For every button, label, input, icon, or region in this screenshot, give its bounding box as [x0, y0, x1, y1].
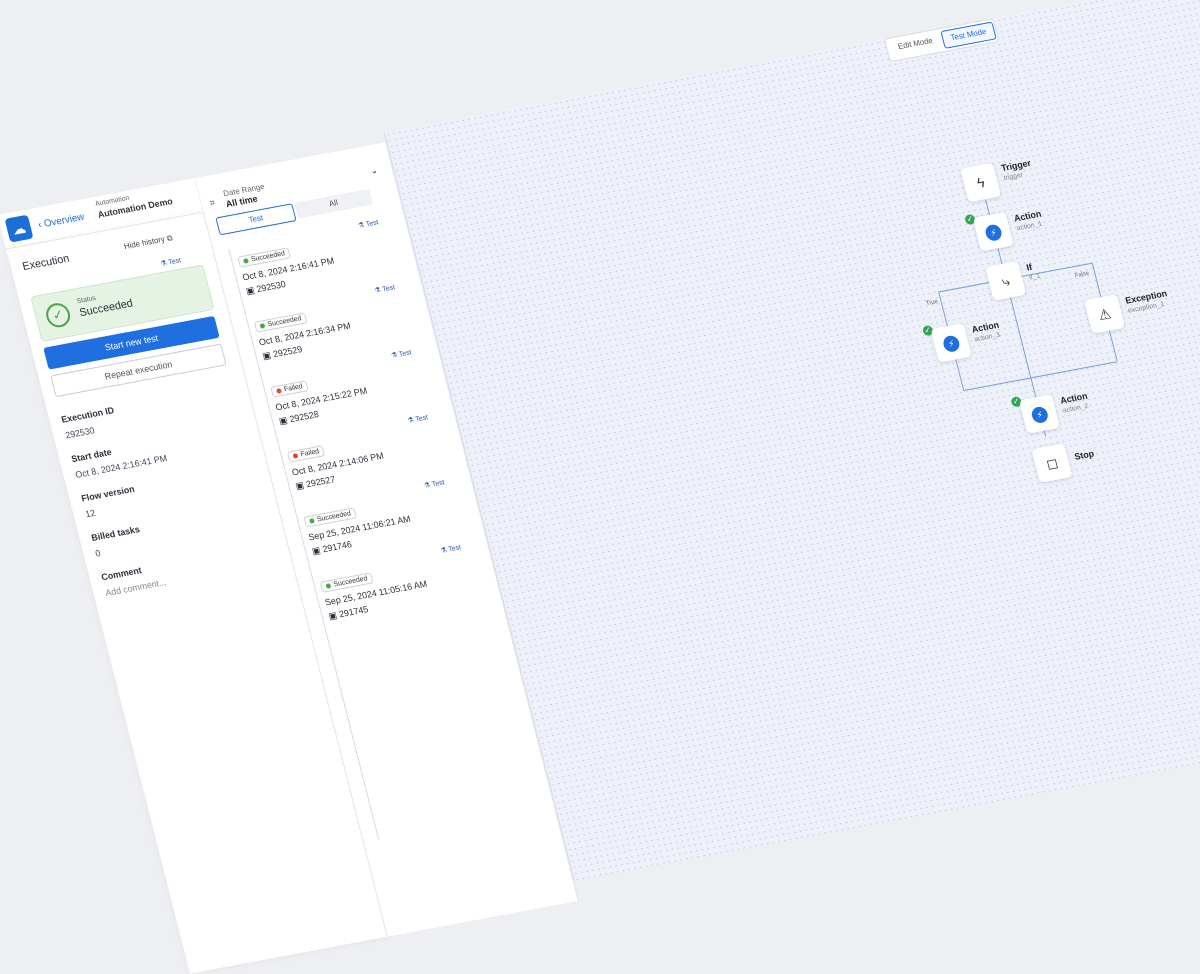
status-text: Failed	[283, 383, 304, 394]
item-id: ▣ 291746	[310, 539, 353, 557]
tag-label: Test	[398, 349, 413, 359]
hide-history-button[interactable]: Hide history ⧉	[123, 233, 174, 252]
success-check-icon: ✓	[43, 301, 73, 330]
status-text: Failed	[299, 448, 320, 459]
stop-title: Stop	[1073, 448, 1096, 462]
test-tag-label: Test	[167, 257, 182, 267]
false-label: False	[1074, 270, 1090, 280]
tag-label: Test	[414, 414, 429, 424]
hide-history-label: Hide history	[123, 234, 166, 252]
status-dot	[275, 387, 282, 394]
branch-wire-bottom	[963, 361, 1117, 392]
test-mode-button[interactable]: Test Mode	[940, 21, 997, 49]
flow-version-value: 12	[84, 507, 97, 520]
chevron-down-icon[interactable]: ⌄	[369, 165, 379, 177]
cloud-logo-icon: ☁	[4, 214, 34, 243]
if-title: If	[1025, 261, 1034, 273]
branch-icon: ⤷	[1000, 272, 1012, 290]
item-id-value: 291746	[321, 539, 353, 555]
trigger-icon: ϟ	[975, 173, 987, 192]
back-overview-link[interactable]: ‹ Overview	[37, 212, 86, 231]
trigger-node[interactable]: ϟ	[960, 162, 1002, 203]
status-text: Succeeded	[250, 250, 286, 264]
field-label: Comment	[100, 565, 143, 583]
bolt-icon: ⚡	[941, 334, 962, 354]
if-node[interactable]: ⤷	[985, 261, 1027, 301]
tag-label: Test	[365, 219, 380, 229]
true-label: True	[925, 299, 939, 308]
status-text: Succeeded	[316, 510, 352, 524]
status-text: Succeeded	[332, 575, 369, 589]
action1-node[interactable]: ⚡	[972, 211, 1014, 252]
item-id-value: 292530	[255, 279, 287, 295]
field-label: Start date	[70, 446, 113, 465]
if-sub: if_1	[1028, 272, 1041, 282]
exception-node[interactable]: ⚠	[1084, 294, 1126, 334]
filter-icon: ⌗	[208, 197, 216, 209]
edit-mode-button[interactable]: Edit Mode	[889, 31, 943, 56]
test-tag: ⚗ Test	[357, 219, 380, 230]
app-stage: Edit Mode Test Mode True False ϟ Trigger…	[0, 0, 1200, 974]
trigger-title: Trigger	[1000, 157, 1032, 174]
tag-label: Test	[381, 284, 396, 294]
field-label: Execution ID	[60, 405, 116, 425]
field-label: Flow version	[80, 483, 136, 504]
item-id: ▣ 292528	[277, 409, 320, 427]
item-id: ▣ 291745	[327, 604, 370, 622]
bolt-icon: ⚡	[983, 223, 1004, 243]
action3-node[interactable]: ⚡	[930, 323, 972, 363]
mode-switch: Edit Mode Test Mode	[883, 18, 1000, 63]
status-badge: Failed	[286, 445, 326, 463]
item-id-value: 291745	[337, 604, 370, 620]
status-dot	[292, 452, 299, 459]
bolt-icon: ⚡	[1030, 405, 1050, 425]
field-label: Billed tasks	[90, 524, 141, 543]
item-id-value: 292528	[288, 409, 320, 425]
trigger-sub: trigger	[1003, 171, 1024, 183]
item-id: ▣ 292527	[294, 474, 337, 492]
item-id: ▣ 292530	[244, 279, 287, 297]
execution-title: Execution	[21, 252, 71, 274]
tag-label: Test	[447, 544, 462, 554]
stop-node[interactable]: ◻	[1031, 443, 1073, 483]
warning-icon: ⚠	[1096, 305, 1113, 324]
stop-icon: ◻	[1044, 454, 1060, 473]
item-id-value: 292529	[271, 344, 304, 360]
status-dot	[259, 322, 266, 329]
execution-id-value: 292530	[64, 425, 96, 441]
status-badge: Failed	[270, 380, 309, 398]
tag-label: Test	[431, 479, 446, 489]
tab-all[interactable]: All	[294, 188, 373, 219]
billed-tasks-value: 0	[94, 547, 102, 559]
action2-node[interactable]: ⚡	[1018, 394, 1061, 434]
test-tag: ⚗ Test	[160, 257, 182, 268]
status-dot	[242, 257, 249, 264]
overview-label: Overview	[42, 211, 86, 230]
status-dot	[325, 582, 332, 589]
item-id-value: 292527	[304, 474, 337, 490]
status-text: Succeeded	[266, 315, 303, 329]
status-dot	[308, 517, 315, 524]
item-id: ▣ 292529	[261, 344, 304, 362]
